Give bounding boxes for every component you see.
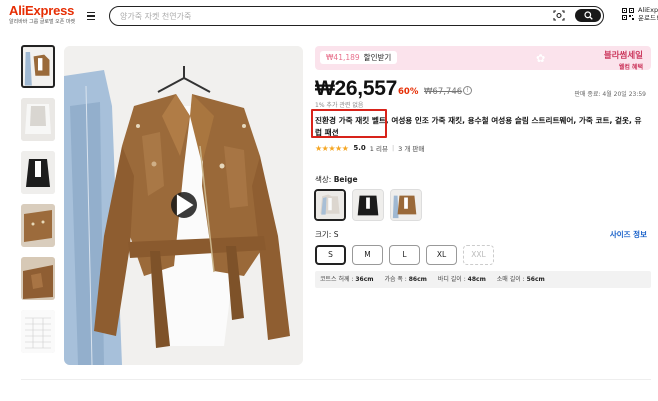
color-swatches bbox=[314, 189, 422, 221]
current-price: ₩26,557 bbox=[315, 77, 397, 100]
size-option-l[interactable]: L bbox=[389, 245, 420, 265]
logo-tagline: 알리바바 그룹 글로벌 오픈 마켓 bbox=[9, 19, 76, 25]
thumbnail-4[interactable] bbox=[21, 204, 55, 247]
measurement-label: 가슴 폭 : bbox=[384, 276, 409, 283]
color-selected: Beige bbox=[333, 175, 358, 184]
color-label-prefix: 색상: bbox=[315, 175, 334, 184]
color-swatch-beige[interactable] bbox=[314, 189, 346, 221]
search-input[interactable] bbox=[120, 9, 520, 23]
section-divider bbox=[21, 379, 651, 380]
rating-separator: | bbox=[391, 144, 395, 152]
thumbnail-1[interactable] bbox=[21, 45, 55, 88]
price-info-icon[interactable]: ! bbox=[463, 86, 472, 95]
measurement-label: 소매 길이 : bbox=[496, 276, 527, 283]
thumbnail-6[interactable] bbox=[21, 310, 55, 353]
measurement-item: 가슴 폭 : 86cm bbox=[384, 276, 426, 283]
original-price: ₩67,746 bbox=[424, 87, 463, 97]
sale-event: 블라썸세일 웰컴 혜택 bbox=[604, 49, 643, 70]
thumbnail-3[interactable] bbox=[21, 151, 55, 194]
blossom-icon: ✿ bbox=[536, 52, 546, 65]
size-option-s[interactable]: S bbox=[315, 245, 346, 265]
measurement-item: 코트스 허께 : 36cm bbox=[320, 276, 374, 283]
coupon-amount: ₩41,189 bbox=[326, 53, 360, 62]
review-count-link[interactable]: 1 리뷰 bbox=[370, 143, 388, 153]
play-video-button[interactable] bbox=[171, 192, 197, 218]
size-option-m[interactable]: M bbox=[352, 245, 383, 265]
search-icon bbox=[583, 11, 593, 20]
measurement-value: 36cm bbox=[355, 276, 374, 283]
sold-count: 3 개 판매 bbox=[398, 145, 425, 153]
main-product-image[interactable] bbox=[64, 46, 303, 365]
measurement-value: 56cm bbox=[526, 276, 545, 283]
measurement-label: 바디 길이 : bbox=[437, 276, 468, 283]
color-swatch-brown[interactable] bbox=[390, 189, 422, 221]
discount-percent: 60% bbox=[398, 87, 419, 97]
color-label: 색상: Beige bbox=[315, 174, 358, 185]
color-swatch-black[interactable] bbox=[352, 189, 384, 221]
app-text-line1: AliExp bbox=[638, 6, 658, 14]
tax-note: 1% 추가 관련 없음 bbox=[315, 102, 364, 109]
thumbnail-list bbox=[21, 45, 55, 363]
sale-event-sub: 웰컴 혜택 bbox=[618, 64, 643, 70]
measurement-item: 소매 길이 : 56cm bbox=[497, 276, 545, 283]
logo-text: AliExpress bbox=[9, 3, 75, 18]
top-header: AliExpress 알리바바 그룹 글로벌 오픈 마켓 AliExp 운로드! bbox=[0, 0, 658, 32]
camera-search-icon[interactable] bbox=[553, 10, 565, 21]
size-measurements: 코트스 허께 : 36cm 가슴 폭 : 86cm 바디 길이 : 48cm 소… bbox=[315, 271, 651, 288]
size-option-xxl: XXL bbox=[463, 245, 494, 265]
aliexpress-logo[interactable]: AliExpress 알리바바 그룹 글로벌 오픈 마켓 bbox=[9, 3, 75, 25]
promo-banner[interactable]: ₩41,189 할인받기 블라썸세일 웰컴 혜택 bbox=[315, 46, 651, 70]
app-download-link[interactable]: AliExp 운로드! bbox=[638, 6, 658, 22]
highlight-box bbox=[311, 109, 387, 138]
size-label: 크기: S bbox=[315, 230, 339, 239]
search-button[interactable] bbox=[575, 9, 601, 22]
size-option-xl[interactable]: XL bbox=[426, 245, 457, 265]
search-bar bbox=[109, 6, 604, 26]
hamburger-menu-icon[interactable] bbox=[84, 9, 98, 23]
rating-row: ★★★★★ 5.0 1 리뷰 | 3 개 판매 bbox=[315, 143, 425, 154]
app-text-line2: 운로드! bbox=[638, 14, 658, 22]
measurement-value: 86cm bbox=[408, 276, 427, 283]
sale-event-title: 블라썸세일 bbox=[603, 51, 643, 61]
measurement-label: 코트스 허께 : bbox=[320, 276, 356, 283]
qr-code-icon[interactable] bbox=[622, 8, 634, 20]
thumbnail-5[interactable] bbox=[21, 257, 55, 300]
star-rating-icon: ★★★★★ bbox=[315, 143, 349, 153]
size-options: S M L XL XXL bbox=[315, 245, 494, 265]
rating-value: 5.0 bbox=[353, 144, 366, 152]
sale-end-time: 판매 종료: 4월 20일 23:59 bbox=[574, 91, 646, 98]
play-icon bbox=[176, 194, 194, 216]
coupon-label: 할인받기 bbox=[363, 53, 392, 62]
measurement-value: 48cm bbox=[467, 276, 486, 283]
measurement-item: 바디 길이 : 48cm bbox=[438, 276, 486, 283]
coupon-tag[interactable]: ₩41,189 할인받기 bbox=[320, 51, 398, 64]
size-guide-link[interactable]: 사이즈 정보 bbox=[610, 229, 647, 240]
thumbnail-2[interactable] bbox=[21, 98, 55, 141]
